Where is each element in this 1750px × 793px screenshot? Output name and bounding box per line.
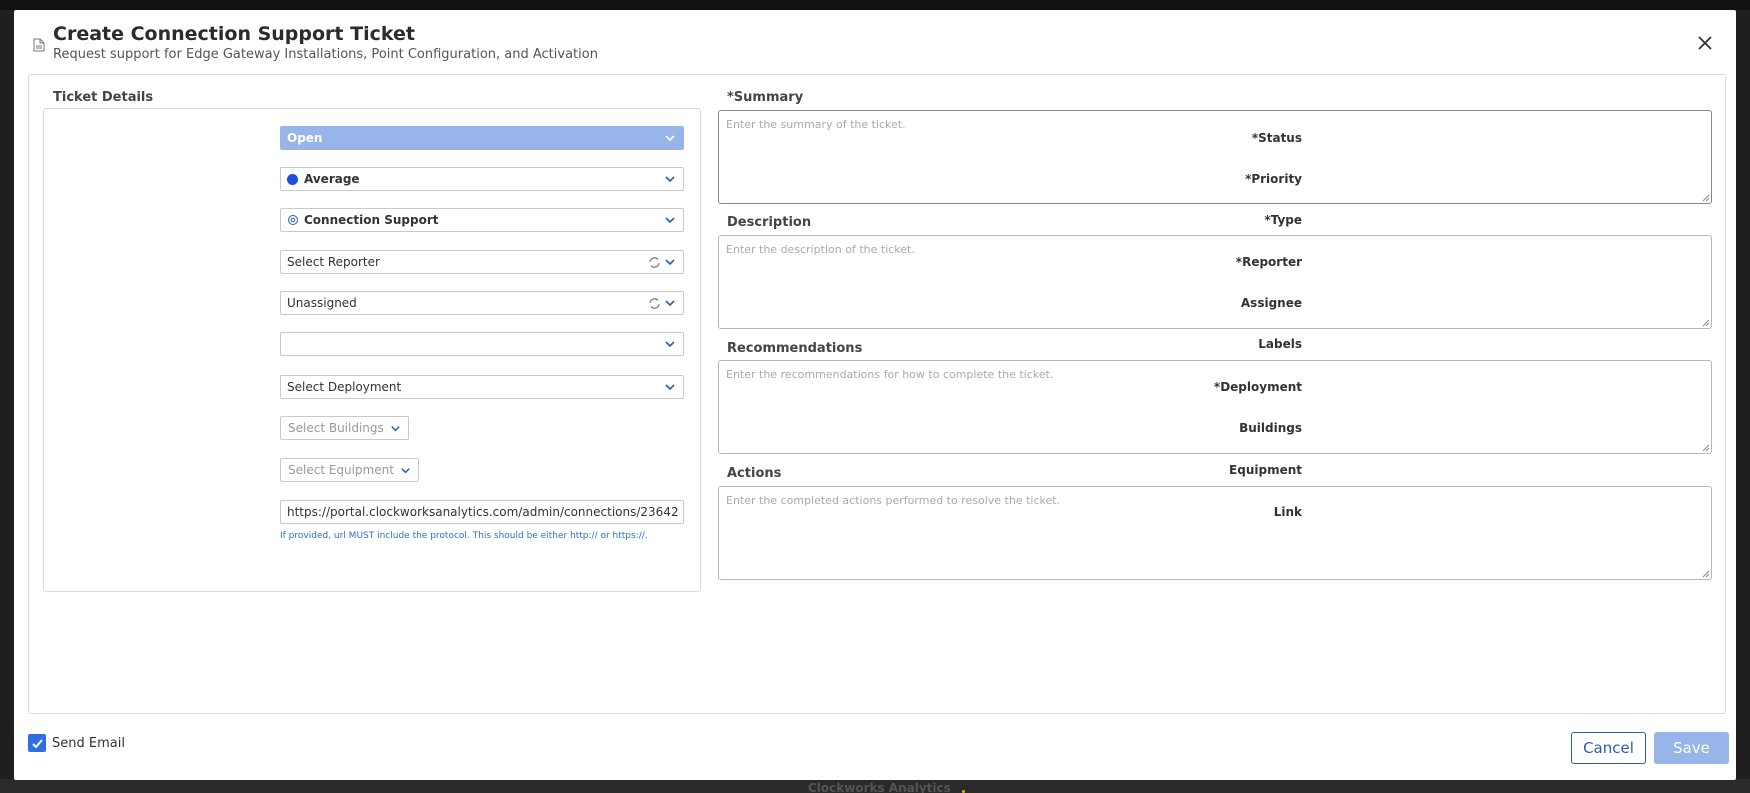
recommendations-placeholder: Enter the recommendations for how to com… [726,368,1054,381]
cancel-button[interactable]: Cancel [1571,732,1646,764]
sync-icon [649,257,660,268]
recommendations-label: Recommendations [727,341,863,356]
gear-icon [288,215,298,225]
labels-label: Labels [1258,337,1302,351]
priority-value: Average [304,172,360,186]
type-value: Connection Support [304,213,439,227]
labels-select[interactable] [280,332,684,356]
actions-placeholder: Enter the completed actions performed to… [726,494,1061,507]
chevron-down-icon [391,426,400,432]
chevron-down-icon [665,259,675,266]
ticket-details-title: Ticket Details [53,90,154,105]
type-label: *Type [1264,213,1302,227]
summary-placeholder: Enter the summary of the ticket. [726,118,906,131]
description-label: Description [727,215,812,230]
equipment-select[interactable]: Select Equipment [280,458,419,482]
send-email-checkbox[interactable] [28,734,46,752]
chevron-down-icon [665,300,675,307]
equipment-label: Equipment [1229,463,1302,477]
modal-header: Create Connection Support Ticket Request… [14,10,1736,74]
chevron-down-icon [665,341,675,348]
resize-grip-icon[interactable] [1702,444,1710,452]
resize-grip-icon[interactable] [1702,319,1710,327]
priority-select[interactable]: Average [280,167,684,191]
deployment-placeholder: Select Deployment [287,380,402,394]
priority-dot-icon [287,173,298,185]
actions-label: Actions [727,466,782,481]
link-value: https://portal.clockworksanalytics.com/a… [287,505,679,519]
deployment-select[interactable]: Select Deployment [280,375,684,399]
modal-title: Create Connection Support Ticket [53,23,415,45]
buildings-placeholder: Select Buildings [288,421,384,435]
chevron-down-icon [665,135,675,142]
resize-grip-icon[interactable] [1702,194,1710,202]
reporter-placeholder: Select Reporter [287,255,380,269]
chevron-down-icon [665,384,675,391]
description-placeholder: Enter the description of the ticket. [726,243,915,256]
status-value: Open [287,131,323,145]
buildings-select[interactable]: Select Buildings [280,416,409,440]
assignee-value: Unassigned [287,296,357,310]
chevron-down-icon [665,176,675,183]
recommendations-textarea[interactable]: Enter the recommendations for how to com… [718,360,1712,454]
reporter-select[interactable]: Select Reporter [280,250,684,274]
description-textarea[interactable]: Enter the description of the ticket. [718,235,1712,329]
status-select[interactable]: Open [280,126,684,150]
background-brand: Clockworks Analytics [808,781,951,793]
chevron-down-icon [665,217,675,224]
sync-icon [649,298,660,309]
create-ticket-modal: Create Connection Support Ticket Request… [14,10,1736,780]
backdrop-bar [0,0,1750,10]
type-select[interactable]: Connection Support [280,208,684,232]
modal-subtitle: Request support for Edge Gateway Install… [53,47,598,62]
assignee-select[interactable]: Unassigned [280,291,684,315]
link-hint: If provided, url MUST include the protoc… [280,531,648,541]
chevron-down-icon [401,468,410,474]
summary-textarea[interactable]: Enter the summary of the ticket. [718,110,1712,204]
close-icon[interactable] [1694,32,1716,54]
link-input[interactable]: https://portal.clockworksanalytics.com/a… [280,500,684,524]
send-email-toggle[interactable]: Send Email [28,734,125,752]
checkmark-icon [31,738,43,748]
actions-textarea[interactable]: Enter the completed actions performed to… [718,486,1712,580]
equipment-placeholder: Select Equipment [288,463,394,477]
summary-label: *Summary [727,90,804,105]
send-email-label: Send Email [52,735,125,751]
resize-grip-icon[interactable] [1702,570,1710,578]
save-button[interactable]: Save [1654,732,1729,764]
document-icon [33,38,45,52]
